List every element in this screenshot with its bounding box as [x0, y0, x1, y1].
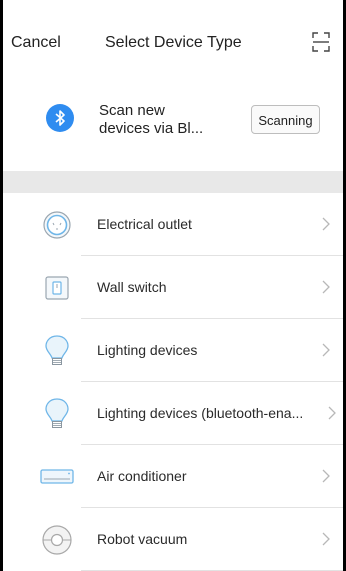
- scan-text-line2: devices via Bl...: [99, 120, 204, 137]
- device-label: Robot vacuum: [97, 531, 188, 547]
- device-label: Air conditioner: [97, 468, 187, 484]
- chevron-right-icon: [322, 532, 330, 546]
- app-frame: Cancel Select Device Type Scan new devic…: [0, 0, 346, 571]
- bulb-icon: [39, 334, 75, 368]
- device-label: Lighting devices (bluetooth-ena...: [97, 405, 304, 421]
- scan-text-line1: Scan new: [99, 102, 165, 119]
- air-conditioner-icon: [39, 460, 75, 494]
- bluetooth-icon: [46, 104, 74, 132]
- page-title: Select Device Type: [105, 34, 242, 51]
- chevron-right-icon: [328, 406, 336, 420]
- device-label: Wall switch: [97, 279, 167, 295]
- section-separator: [3, 171, 343, 193]
- device-row-wall-switch[interactable]: Wall switch: [3, 256, 343, 319]
- device-row-electrical-outlet[interactable]: Electrical outlet: [3, 193, 343, 256]
- scan-frame-icon[interactable]: [312, 32, 330, 52]
- chevron-right-icon: [322, 280, 330, 294]
- scan-row: Scan new devices via Bl... Scanning: [3, 86, 343, 158]
- bulb-icon: [39, 397, 75, 431]
- chevron-right-icon: [322, 469, 330, 483]
- chevron-right-icon: [322, 217, 330, 231]
- device-row-robot-vacuum[interactable]: Robot vacuum: [3, 508, 343, 571]
- robot-vacuum-icon: [39, 523, 75, 557]
- device-row-lighting-bluetooth[interactable]: Lighting devices (bluetooth-ena...: [3, 382, 343, 445]
- scan-description: Scan new devices via Bl...: [99, 102, 249, 138]
- chevron-right-icon: [322, 343, 330, 357]
- device-type-list: Electrical outlet Wall switch Lighting d…: [3, 193, 343, 571]
- device-row-air-conditioner[interactable]: Air conditioner: [3, 445, 343, 508]
- device-label: Lighting devices: [97, 342, 198, 358]
- device-row-lighting[interactable]: Lighting devices: [3, 319, 343, 382]
- device-label: Electrical outlet: [97, 216, 192, 232]
- wall-switch-icon: [39, 271, 75, 305]
- nav-header: Cancel Select Device Type: [3, 0, 343, 72]
- cancel-button[interactable]: Cancel: [11, 34, 61, 52]
- outlet-icon: [39, 208, 75, 242]
- scanning-button[interactable]: Scanning: [251, 105, 320, 134]
